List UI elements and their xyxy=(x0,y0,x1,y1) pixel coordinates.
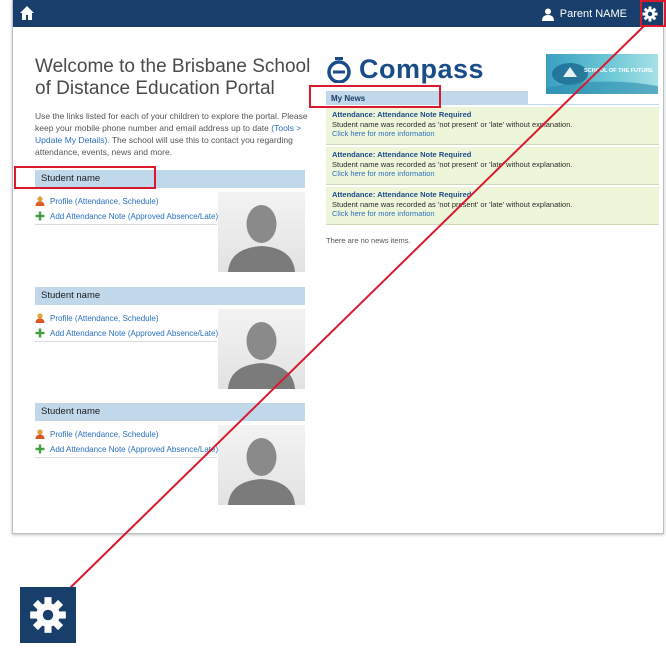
profile-icon xyxy=(35,196,45,206)
gear-icon xyxy=(30,597,66,633)
plus-icon xyxy=(35,328,45,338)
plus-icon xyxy=(35,211,45,221)
news-item[interactable]: Attendance: Attendance Note Required Stu… xyxy=(326,147,659,185)
student-name-header: Student name xyxy=(35,403,305,421)
news-more-link[interactable]: Click here for more information xyxy=(332,129,653,139)
student-avatar xyxy=(218,309,305,389)
profile-link[interactable]: Profile (Attendance, Schedule) xyxy=(35,193,217,209)
banner-text: SCHOOL OF THE FUTURE xyxy=(584,68,653,74)
news-title: Attendance: Attendance Note Required xyxy=(332,150,472,159)
student-card: Student name Profile (Attendance, Schedu… xyxy=(35,287,305,389)
student-links: Profile (Attendance, Schedule) Add Atten… xyxy=(35,193,219,225)
user-menu[interactable]: Parent NAME xyxy=(541,6,627,22)
student-card: Student name Profile (Attendance, Schedu… xyxy=(35,170,305,272)
add-attendance-note-label: Add Attendance Note (Approved Absence/La… xyxy=(50,211,219,221)
top-navigation-bar: Parent NAME xyxy=(13,0,663,27)
profile-link[interactable]: Profile (Attendance, Schedule) xyxy=(35,310,217,326)
news-body: Student name was recorded as 'not presen… xyxy=(332,199,573,209)
intro-text: Use the links listed for each of your ch… xyxy=(35,110,313,158)
news-title: Attendance: Attendance Note Required xyxy=(332,190,472,199)
gear-icon xyxy=(642,6,657,21)
add-attendance-note-label: Add Attendance Note (Approved Absence/La… xyxy=(50,328,219,338)
add-attendance-note-label: Add Attendance Note (Approved Absence/La… xyxy=(50,444,219,454)
profile-link-label: Profile (Attendance, Schedule) xyxy=(50,429,159,439)
news-item[interactable]: Attendance: Attendance Note Required Stu… xyxy=(326,107,659,145)
profile-icon xyxy=(35,429,45,439)
home-icon[interactable] xyxy=(19,5,35,21)
add-attendance-note-link[interactable]: Add Attendance Note (Approved Absence/La… xyxy=(35,209,219,225)
profile-link-label: Profile (Attendance, Schedule) xyxy=(50,196,159,206)
empty-news-message: There are no news items. xyxy=(326,236,411,245)
profile-link-label: Profile (Attendance, Schedule) xyxy=(50,313,159,323)
portal-window: Parent NAME Welcome to the Brisbane Scho… xyxy=(12,0,664,534)
news-more-link[interactable]: Click here for more information xyxy=(332,169,653,179)
student-avatar xyxy=(218,425,305,505)
add-attendance-note-link[interactable]: Add Attendance Note (Approved Absence/La… xyxy=(35,326,219,342)
news-body: Student name was recorded as 'not presen… xyxy=(332,159,573,169)
school-banner: SCHOOL OF THE FUTURE xyxy=(546,54,658,94)
compass-logo: Compass xyxy=(327,54,484,85)
stopwatch-icon xyxy=(327,56,351,83)
settings-button[interactable] xyxy=(638,2,661,25)
profile-icon xyxy=(35,313,45,323)
add-attendance-note-link[interactable]: Add Attendance Note (Approved Absence/La… xyxy=(35,442,219,458)
intro-text-part-1: Use the links listed for each of your ch… xyxy=(35,111,308,133)
compass-wordmark: Compass xyxy=(359,54,485,84)
tab-my-news[interactable]: My News xyxy=(326,91,528,105)
student-avatar xyxy=(218,192,305,272)
plus-icon xyxy=(35,444,45,454)
student-links: Profile (Attendance, Schedule) Add Atten… xyxy=(35,310,219,342)
page-title: Welcome to the Brisbane School of Distan… xyxy=(35,56,311,99)
news-body: Student name was recorded as 'not presen… xyxy=(332,119,573,129)
student-name-header: Student name xyxy=(35,170,305,188)
news-item[interactable]: Attendance: Attendance Note Required Stu… xyxy=(326,187,659,225)
zoomed-settings-button xyxy=(20,587,76,643)
news-divider xyxy=(326,104,659,105)
profile-link[interactable]: Profile (Attendance, Schedule) xyxy=(35,426,217,442)
student-links: Profile (Attendance, Schedule) Add Atten… xyxy=(35,426,219,458)
news-more-link[interactable]: Click here for more information xyxy=(332,209,653,219)
news-title: Attendance: Attendance Note Required xyxy=(332,110,472,119)
user-name: Parent NAME xyxy=(559,8,627,20)
student-name-header: Student name xyxy=(35,287,305,305)
student-card: Student name Profile (Attendance, Schedu… xyxy=(35,403,305,505)
user-icon xyxy=(541,8,554,21)
